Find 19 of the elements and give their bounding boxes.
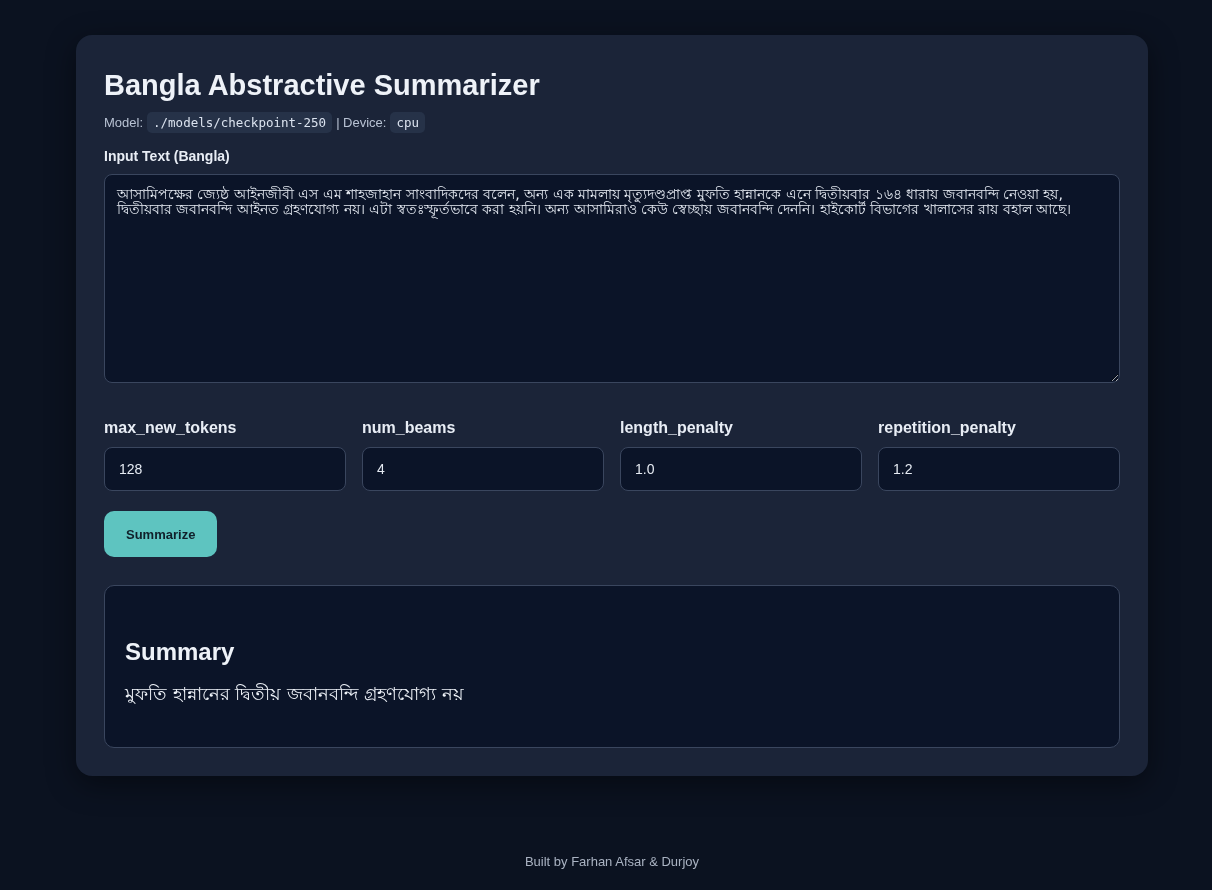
input-label: Input Text (Bangla) (104, 148, 230, 164)
page-title: Bangla Abstractive Summarizer (104, 69, 541, 102)
device-value: cpu (390, 112, 426, 133)
model-label: Model: (104, 115, 144, 130)
param-input-field[interactable]: 1.2 (878, 447, 1120, 491)
param-label: max_new_tokens (104, 419, 238, 437)
input-text-field[interactable]: আসামিপক্ষের জ্যেষ্ঠ আইনজীবী এস এম শাহজাহান সাংবাদিকদের বলেন, অন্য এক মামলায় মৃত্যুদণ্ডপ্রাপ্ত মুফতি হান্নানকে এনে দ্বিতীয়বার ১৬৪ ধারায় জবানবন্দি নেওয়া হয়, দ্বিতীয়বার জবানবন্দি আইনত গ্রহণযোগ্য নয়। এটা স্বতঃস্ফূর্তভাবে করা হয়নি। অন্য আসামিরাও কেউ স্বেচ্ছায় জবানবন্দি দেননি। হাইকোর্ট বিভাগের খালাসের রায় বহাল আছে। (104, 174, 1120, 383)
param-label: num_beams (362, 419, 457, 437)
param-input-field[interactable]: 1.0 (620, 447, 862, 491)
summarize-button[interactable]: Summarize (104, 511, 218, 557)
device-label: | Device: (336, 115, 387, 130)
param-label: length_penalty (620, 419, 734, 437)
summary-title: Summary (125, 638, 236, 666)
summary-text: মুফতি হান্নানের দ্বিতীয় জবানবন্দি গ্রহণযোগ্য নয় (125, 682, 465, 706)
param-input-field[interactable]: 128 (104, 447, 346, 491)
footer-text: Built by Farhan Afsar & Durjoy (524, 854, 700, 869)
param-input-field[interactable]: 4 (362, 447, 604, 491)
model-path: ./models/checkpoint-250 (147, 112, 333, 133)
param-label: repetition_penalty (878, 419, 1017, 437)
